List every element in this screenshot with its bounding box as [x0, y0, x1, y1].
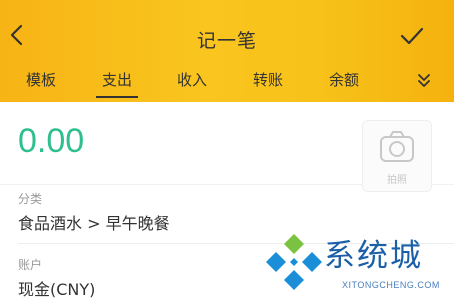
watermark-logo: 系统城 XITONGCHENG.COM	[262, 228, 454, 304]
tab-template[interactable]: 模板	[20, 70, 62, 98]
header-bar: 记一笔 模板 支出 收入 转账 余额	[0, 0, 454, 102]
photo-label: 拍照	[387, 175, 407, 186]
tab-label: 转账	[252, 71, 283, 89]
tab-transfer[interactable]: 转账	[247, 70, 289, 98]
account-value[interactable]: 现金(CNY)	[18, 276, 95, 300]
amount-input[interactable]: 0.00	[18, 122, 84, 161]
double-chevron-down-icon	[418, 74, 430, 87]
watermark-subtext: XITONGCHENG.COM	[342, 280, 440, 290]
category-label: 分类	[18, 192, 43, 206]
tab-bar: 模板 支出 收入 转账 余额	[0, 70, 454, 98]
watermark-text: 系统城	[324, 238, 423, 274]
account-label: 账户	[18, 258, 43, 272]
camera-icon	[380, 131, 414, 162]
category-value[interactable]: 食品酒水 > 早午晚餐	[18, 210, 170, 234]
active-tab-indicator	[96, 96, 138, 98]
tab-label: 余额	[328, 71, 359, 89]
tab-expense[interactable]: 支出	[94, 70, 140, 98]
tab-label: 支出	[101, 71, 132, 89]
confirm-button[interactable]	[398, 24, 426, 48]
tab-label: 模板	[25, 71, 56, 89]
page-title: 记一笔	[196, 30, 257, 52]
photo-button[interactable]: 拍照	[362, 120, 432, 192]
tab-income[interactable]: 收入	[171, 70, 213, 98]
tab-balance[interactable]: 余额	[323, 70, 365, 98]
checkmark-icon	[400, 27, 424, 45]
tab-label: 收入	[176, 71, 207, 89]
status-bar	[0, 0, 454, 8]
more-tabs-button[interactable]	[414, 72, 434, 90]
diamond-logo-icon	[266, 234, 322, 290]
